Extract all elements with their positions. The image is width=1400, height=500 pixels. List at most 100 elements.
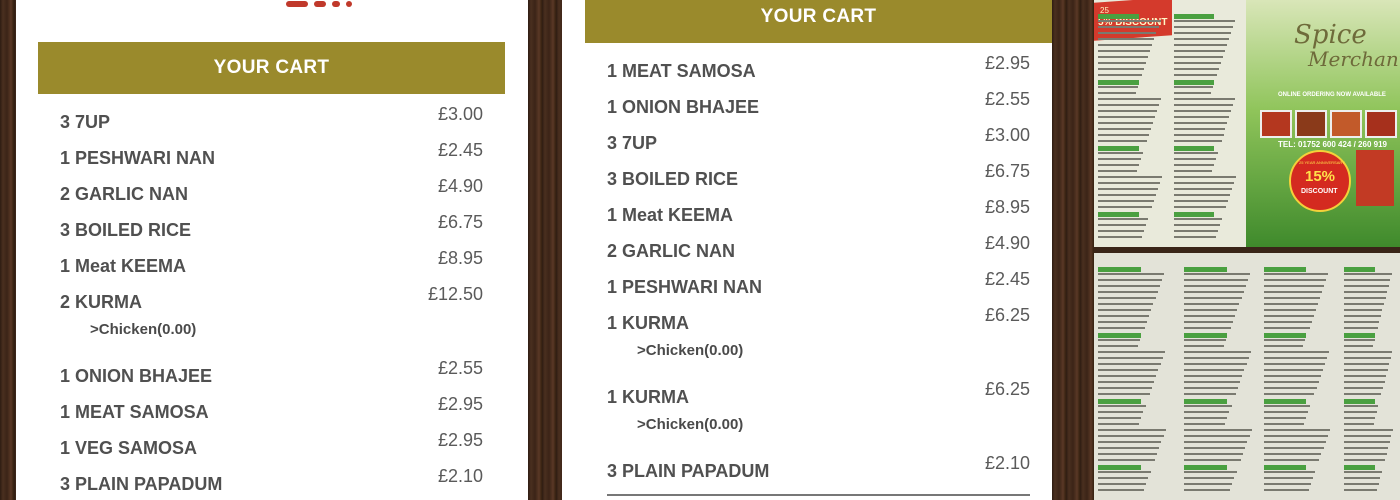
menu-line bbox=[1264, 309, 1316, 311]
menu-line bbox=[1174, 236, 1217, 238]
cart-item[interactable]: 1 PESHWARI NAN £2.45 bbox=[16, 140, 528, 178]
cart-item-name: 1 MEAT SAMOSA bbox=[60, 402, 209, 422]
menu-line bbox=[1264, 321, 1312, 323]
cart-item[interactable]: 1 Meat KEEMA £8.95 bbox=[16, 248, 528, 286]
menu-line bbox=[1098, 387, 1152, 389]
cart-item[interactable]: 3 BOILED RICE £6.75 bbox=[562, 161, 1052, 199]
badge-discount-text: DISCOUNT bbox=[1301, 188, 1338, 195]
cart-item[interactable]: 1 MEAT SAMOSA £2.95 bbox=[16, 394, 528, 432]
cart-item[interactable]: 1 KURMA £6.25 bbox=[562, 379, 1052, 417]
menu-line bbox=[1184, 273, 1251, 275]
menu-line bbox=[1098, 351, 1165, 353]
cart-item-name: 1 Meat KEEMA bbox=[607, 205, 734, 225]
menu-line bbox=[1098, 170, 1137, 172]
menu-section-header bbox=[1344, 399, 1376, 404]
menu-line bbox=[1098, 116, 1156, 118]
cart-item-name: 3 BOILED RICE bbox=[60, 220, 192, 240]
menu-section-header bbox=[1264, 399, 1306, 404]
menu-line bbox=[1184, 393, 1236, 395]
cart-item[interactable]: 2 GARLIC NAN £4.90 bbox=[16, 176, 528, 214]
menu-line bbox=[1098, 279, 1163, 281]
menu-line bbox=[1174, 128, 1226, 130]
menu-line bbox=[1184, 483, 1233, 485]
menu-section-header bbox=[1184, 465, 1228, 470]
menu-line bbox=[1344, 369, 1388, 371]
menu-line bbox=[1174, 230, 1219, 232]
menu-line bbox=[1264, 423, 1304, 425]
menu-line bbox=[1184, 441, 1248, 443]
red-promo-block bbox=[1356, 150, 1394, 206]
cart-item-name: 3 PLAIN PAPADUM bbox=[607, 461, 770, 481]
cart-item-name: 2 GARLIC NAN bbox=[60, 184, 189, 204]
menu-line bbox=[1174, 110, 1232, 112]
menu-line bbox=[1174, 98, 1236, 100]
menu-line bbox=[1098, 62, 1147, 64]
cart-item[interactable]: 3 BOILED RICE £6.75 bbox=[16, 212, 528, 250]
cart-item[interactable]: 1 ONION BHAJEE £2.55 bbox=[16, 358, 528, 396]
menu-line bbox=[1264, 345, 1304, 347]
menu-line bbox=[1344, 483, 1379, 485]
cart-item[interactable]: 1 VEG SAMOSA £2.95 bbox=[16, 430, 528, 468]
cart-item-name: 1 ONION BHAJEE bbox=[607, 97, 760, 117]
menu-section-header bbox=[1098, 146, 1139, 151]
cart-item[interactable]: 1 KURMA £6.25 bbox=[562, 305, 1052, 343]
menu-line bbox=[1184, 447, 1246, 449]
menu-line bbox=[1344, 417, 1376, 419]
menu-line bbox=[1264, 363, 1325, 365]
menu-section-header bbox=[1098, 267, 1142, 272]
menu-line bbox=[1174, 122, 1228, 124]
cart-item-price: £2.45 bbox=[437, 140, 483, 160]
menu-line bbox=[1344, 351, 1393, 353]
cart-item-price: £6.75 bbox=[984, 161, 1030, 181]
cart-item[interactable]: 2 KURMA £12.50 bbox=[16, 284, 528, 322]
menu-line bbox=[1098, 357, 1163, 359]
menu-line bbox=[1098, 405, 1146, 407]
menu-line bbox=[1264, 453, 1322, 455]
cart-item[interactable]: 2 GARLIC NAN £4.90 bbox=[562, 233, 1052, 271]
menu-line bbox=[1184, 405, 1232, 407]
cart-header: YOUR CART bbox=[585, 0, 1052, 43]
menu-line bbox=[1098, 453, 1158, 455]
menu-line bbox=[1184, 315, 1236, 317]
cart-item-price: £8.95 bbox=[437, 248, 483, 268]
menu-line bbox=[1174, 116, 1230, 118]
menu-line bbox=[1264, 285, 1325, 287]
menu-line bbox=[1264, 459, 1320, 461]
menu-line bbox=[1344, 363, 1390, 365]
menu-line bbox=[1174, 164, 1214, 166]
cart-item-price: £6.25 bbox=[984, 305, 1030, 325]
cart-item[interactable]: 1 ONION BHAJEE £2.55 bbox=[562, 89, 1052, 127]
cart-item[interactable]: 1 PESHWARI NAN £2.45 bbox=[562, 269, 1052, 307]
menu-line bbox=[1264, 477, 1313, 479]
cart-item[interactable]: 1 MEAT SAMOSA £2.95 bbox=[562, 53, 1052, 91]
menu-line bbox=[1344, 459, 1386, 461]
menu-line bbox=[1184, 309, 1238, 311]
menu-section-header bbox=[1098, 465, 1142, 470]
menu-line bbox=[1264, 315, 1314, 317]
cart-item-name: 1 VEG SAMOSA bbox=[60, 438, 198, 458]
menu-line bbox=[1174, 140, 1222, 142]
badge-top-text: 25 YEAR ANNIVERSARY bbox=[1299, 160, 1345, 165]
cart-divider bbox=[607, 494, 1030, 496]
menu-line bbox=[1174, 206, 1227, 208]
menu-line bbox=[1174, 158, 1216, 160]
cart-item[interactable]: 3 PLAIN PAPADUM £2.10 bbox=[16, 466, 528, 500]
menu-line bbox=[1098, 303, 1154, 305]
menu-line bbox=[1184, 339, 1227, 341]
cart-item-option: >Chicken(0.00) bbox=[637, 342, 744, 359]
menu-line bbox=[1344, 423, 1374, 425]
menu-line bbox=[1098, 68, 1145, 70]
menu-line bbox=[1098, 134, 1149, 136]
menu-line bbox=[1344, 435, 1392, 437]
cart-item[interactable]: 3 7UP £3.00 bbox=[16, 104, 528, 142]
menu-section-header bbox=[1264, 267, 1306, 272]
menu-line bbox=[1098, 224, 1146, 226]
cart-item[interactable]: 3 7UP £3.00 bbox=[562, 125, 1052, 163]
menu-section-header bbox=[1098, 80, 1139, 85]
menu-line bbox=[1174, 200, 1229, 202]
menu-line bbox=[1098, 50, 1151, 52]
menu-section-header bbox=[1098, 212, 1139, 217]
cart-item[interactable]: 1 Meat KEEMA £8.95 bbox=[562, 197, 1052, 235]
menu-line bbox=[1098, 140, 1147, 142]
cart-item[interactable]: 3 PLAIN PAPADUM £2.10 bbox=[562, 453, 1052, 491]
